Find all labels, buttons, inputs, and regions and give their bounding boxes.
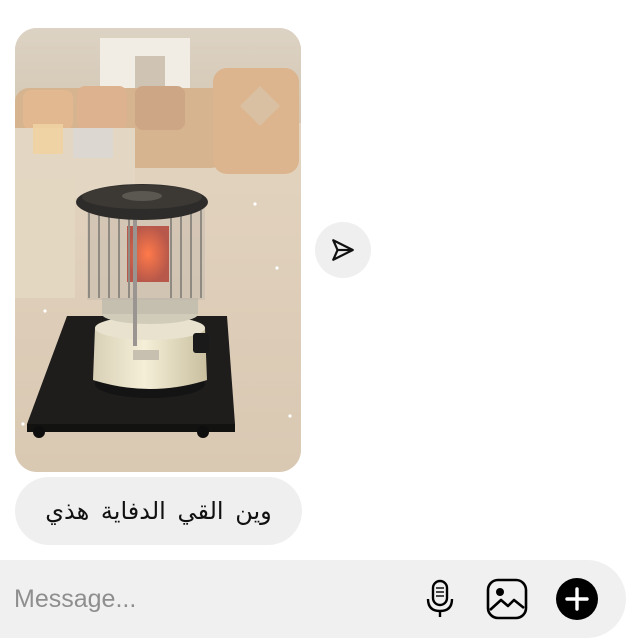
gallery-button[interactable] [485,577,529,621]
message-composer [0,560,626,638]
share-button[interactable] [315,222,371,278]
image-gallery-icon [486,578,528,620]
add-button[interactable] [555,577,599,621]
message-text: وين القي الدفاية هذي [45,497,272,525]
text-message-bubble[interactable]: وين القي الدفاية هذي [15,477,302,545]
heater-photo [15,28,301,472]
plus-circle-icon [556,578,598,620]
paper-plane-icon [332,239,354,261]
voice-message-button[interactable] [418,577,462,621]
microphone-icon [426,579,454,617]
photo-message[interactable] [15,28,301,472]
chat-screen: وين القي الدفاية هذي [0,0,640,640]
message-input[interactable] [14,579,394,619]
